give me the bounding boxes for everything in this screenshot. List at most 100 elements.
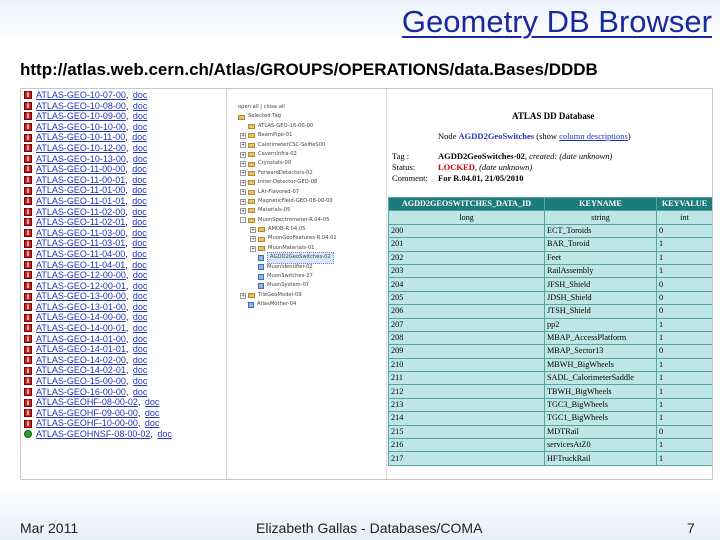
tag-link[interactable]: ATLAS-GEO-11-04-00	[36, 249, 125, 260]
tree-toggle-icon[interactable]: +	[240, 142, 246, 149]
doc-link[interactable]: doc	[132, 228, 147, 239]
column-descriptions-link[interactable]: column descriptions	[559, 131, 628, 141]
doc-link[interactable]: doc	[133, 154, 148, 165]
doc-link[interactable]: doc	[157, 429, 172, 440]
tag-link[interactable]: ATLAS-GEO-11-03-01	[36, 238, 125, 249]
tag-list-item[interactable]: i ATLAS-GEO-14-01-01, doc	[24, 344, 226, 355]
tag-list-item[interactable]: i ATLAS-GEO-14-00-00, doc	[24, 312, 226, 323]
tag-list-item[interactable]: i ATLAS-GEOHF-09-00-00, doc	[24, 408, 226, 419]
tree-toggle-icon[interactable]: +	[240, 132, 246, 139]
tag-link[interactable]: ATLAS-GEOHF-09-00-00	[36, 408, 138, 419]
doc-link[interactable]: doc	[145, 408, 160, 419]
tag-list-item[interactable]: i ATLAS-GEO-10-08-00, doc	[24, 101, 226, 112]
tag-list-item[interactable]: i ATLAS-GEO-14-02-01, doc	[24, 365, 226, 376]
tree-toggle-icon[interactable]: +	[240, 292, 246, 299]
tag-list-item[interactable]: i ATLAS-GEO-10-11-00, doc	[24, 132, 226, 143]
tag-link[interactable]: ATLAS-GEO-11-01-01	[36, 196, 125, 207]
tag-list-item[interactable]: i ATLAS-GEO-11-00-00, doc	[24, 164, 226, 175]
tag-list-item[interactable]: i ATLAS-GEO-11-00-01, doc	[24, 175, 226, 186]
tag-link[interactable]: ATLAS-GEO-16-00-00	[36, 387, 126, 398]
tree-node[interactable]: MuonSwitches-27	[230, 272, 386, 281]
tree-toggle-icon[interactable]: +	[240, 207, 246, 214]
tag-link[interactable]: ATLAS-GEO-15-00-00	[36, 376, 126, 387]
tag-list-item[interactable]: i ATLAS-GEO-10-12-00, doc	[24, 143, 226, 154]
tree-node[interactable]: + BeamPipe-01	[230, 131, 386, 140]
doc-link[interactable]: doc	[132, 132, 147, 143]
doc-link[interactable]: doc	[132, 207, 147, 218]
tag-link[interactable]: ATLAS-GEO-11-02-01	[36, 217, 125, 228]
tag-link[interactable]: ATLAS-GEO-11-03-00	[36, 228, 125, 239]
tag-list-item[interactable]: i ATLAS-GEO-10-09-00, doc	[24, 111, 226, 122]
tree-node[interactable]: AGDD2GeoSwitches-02	[230, 252, 386, 264]
tree-node[interactable]: + CavernInfra-02	[230, 150, 386, 159]
tree-node[interactable]: + Materials-05	[230, 206, 386, 215]
tag-list-item[interactable]: i ATLAS-GEO-11-02-00, doc	[24, 207, 226, 218]
doc-link[interactable]: doc	[133, 291, 148, 302]
tag-list-item[interactable]: i ATLAS-GEO-11-01-00, doc	[24, 185, 226, 196]
tag-link[interactable]: ATLAS-GEO-11-04-01	[36, 260, 125, 271]
tag-link[interactable]: ATLAS-GEO-10-10-00	[36, 122, 126, 133]
tree-node[interactable]: + CalorimeterCSC-SelfieS00	[230, 141, 386, 150]
tag-link[interactable]: ATLAS-GEO-11-02-00	[36, 207, 125, 218]
tag-link[interactable]: ATLAS-GEO-11-00-01	[36, 175, 125, 186]
tree-toggle-icon[interactable]: -	[240, 217, 246, 224]
tag-link[interactable]: ATLAS-GEOHNSF-08-00-02	[36, 429, 150, 440]
doc-link[interactable]: doc	[133, 323, 148, 334]
tag-list-item[interactable]: i ATLAS-GEO-11-04-01, doc	[24, 260, 226, 271]
doc-link[interactable]: doc	[133, 111, 148, 122]
tree-node[interactable]: MuonSystem-07	[230, 281, 386, 290]
tree-toggle-icon[interactable]: +	[240, 161, 246, 168]
tag-list-item[interactable]: i ATLAS-GEO-14-00-01, doc	[24, 323, 226, 334]
tag-list-item[interactable]: i ATLAS-GEO-14-02-00, doc	[24, 355, 226, 366]
doc-link[interactable]: doc	[132, 164, 147, 175]
tree-toggle-icon[interactable]: +	[250, 226, 256, 233]
doc-link[interactable]: doc	[145, 397, 160, 408]
tag-list-item[interactable]: i ATLAS-GEO-10-10-00, doc	[24, 122, 226, 133]
tree-node[interactable]: + LAr-Flavored-07	[230, 188, 386, 197]
tag-link[interactable]: ATLAS-GEO-14-01-01	[36, 344, 126, 355]
doc-link[interactable]: doc	[133, 90, 148, 101]
tree-node[interactable]: + Inner-Detector-GEO-08	[230, 178, 386, 187]
tag-list-item[interactable]: i ATLAS-GEO-10-13-00, doc	[24, 154, 226, 165]
doc-link[interactable]: doc	[133, 344, 148, 355]
tree-node[interactable]: + AMDB-R.04.05	[230, 225, 386, 234]
tag-link[interactable]: ATLAS-GEO-14-00-01	[36, 323, 126, 334]
tag-list-item[interactable]: i ATLAS-GEO-10-07-00, doc	[24, 90, 226, 101]
tag-link[interactable]: ATLAS-GEOHF-08-00-02	[36, 397, 138, 408]
tree-node[interactable]: + MagneticField-GEO-08-00-00	[230, 197, 386, 206]
tag-link[interactable]: ATLAS-GEO-13-00-00	[36, 291, 126, 302]
tag-list-item[interactable]: i ATLAS-GEO-13-01-00, doc	[24, 302, 226, 313]
tag-link[interactable]: ATLAS-GEO-14-01-00	[36, 334, 126, 345]
tag-link[interactable]: ATLAS-GEO-14-02-00	[36, 355, 126, 366]
tag-list-item[interactable]: i ATLAS-GEOHF-08-00-02, doc	[24, 397, 226, 408]
tree-toggle-icon[interactable]: +	[250, 236, 256, 243]
tag-link[interactable]: ATLAS-GEO-10-12-00	[36, 143, 126, 154]
tag-list-item[interactable]: i ATLAS-GEO-16-00-00, doc	[24, 387, 226, 398]
tag-link[interactable]: ATLAS-GEO-10-09-00	[36, 111, 126, 122]
doc-link[interactable]: doc	[133, 334, 148, 345]
tag-link[interactable]: ATLAS-GEO-10-13-00	[36, 154, 126, 165]
tag-link[interactable]: ATLAS-GEO-14-00-00	[36, 312, 126, 323]
tag-list-item[interactable]: i ATLAS-GEO-12-00-01, doc	[24, 281, 226, 292]
tree-toggle-icon[interactable]: +	[240, 170, 246, 177]
tag-list-item[interactable]: i ATLAS-GEO-11-04-00, doc	[24, 249, 226, 260]
doc-link[interactable]: doc	[145, 418, 160, 429]
doc-link[interactable]: doc	[133, 365, 148, 376]
tag-link[interactable]: ATLAS-GEO-11-00-00	[36, 164, 125, 175]
tag-list-item[interactable]: i ATLAS-GEO-14-01-00, doc	[24, 334, 226, 345]
tag-list-item[interactable]: i ATLAS-GEO-12-00-00, doc	[24, 270, 226, 281]
tag-list-item[interactable]: i ATLAS-GEO-13-00-00, doc	[24, 291, 226, 302]
tree-toggle-icon[interactable]: +	[240, 151, 246, 158]
doc-link[interactable]: doc	[133, 281, 148, 292]
tag-list-item[interactable]: i ATLAS-GEO-15-00-00, doc	[24, 376, 226, 387]
doc-link[interactable]: doc	[133, 387, 148, 398]
tag-link[interactable]: ATLAS-GEO-12-00-01	[36, 281, 126, 292]
tree-toggle-icon[interactable]: +	[240, 189, 246, 196]
doc-link[interactable]: doc	[132, 196, 147, 207]
tag-link[interactable]: ATLAS-GEO-10-08-00	[36, 101, 126, 112]
tag-link[interactable]: ATLAS-GEO-11-01-00	[36, 185, 125, 196]
tag-list-item[interactable]: ATLAS-GEOHNSF-08-00-02, doc	[24, 429, 226, 440]
doc-link[interactable]: doc	[133, 376, 148, 387]
doc-link[interactable]: doc	[132, 175, 147, 186]
doc-link[interactable]: doc	[132, 260, 147, 271]
